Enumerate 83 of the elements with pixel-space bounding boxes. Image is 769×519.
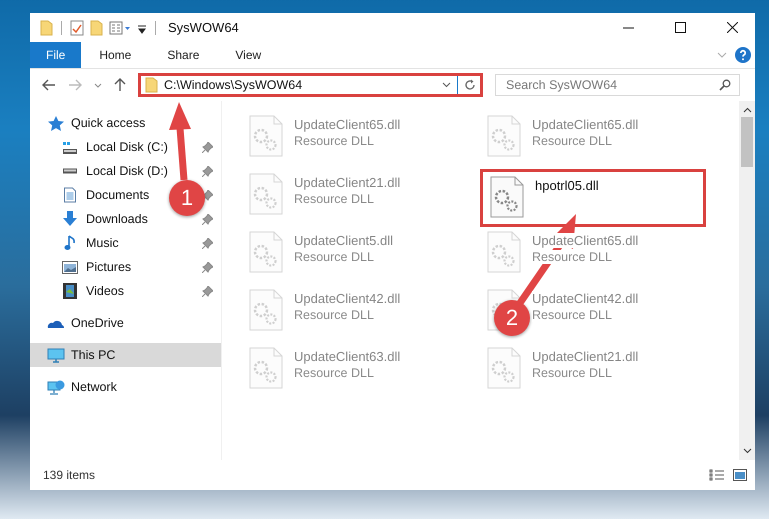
network-icon [47,379,65,395]
gear-file-icon [489,175,525,219]
ribbon-tab[interactable]: Home [81,42,150,68]
gear-file-icon [248,230,284,274]
file-type: Resource DLL [294,134,374,148]
search-icon[interactable] [719,79,731,91]
gear-file-icon [486,114,522,158]
file-name: UpdateClient65.dll [532,117,638,132]
document-icon [61,187,79,203]
pin-icon[interactable] [202,142,213,152]
gear-file-icon [248,288,284,332]
up-arrow-icon[interactable] [114,78,126,92]
details-view-icon[interactable] [709,469,725,481]
gear-file-icon [486,346,522,390]
scroll-down-icon[interactable] [742,448,752,454]
file-name: UpdateClient63.dll [294,349,400,364]
file-name: UpdateClient42.dll [294,291,400,306]
file-type: Resource DLL [532,308,612,322]
file-name: UpdateClient65.dll [294,117,400,132]
pin-icon[interactable] [202,238,213,248]
star-icon [47,116,65,130]
view-options-icon[interactable] [109,20,131,36]
maximize-icon [674,22,686,33]
search-field[interactable]: Search SysWOW64 [495,74,740,96]
file-name: UpdateClient21.dll [294,175,400,190]
ribbon-tab[interactable]: View [217,42,280,68]
file-type: Resource DLL [532,134,612,148]
pin-icon[interactable] [202,286,213,296]
file-name: UpdateClient65.dll [532,233,638,248]
folder-icon [145,77,158,93]
ribbon-tab[interactable]: Share [149,42,218,68]
scrollbar[interactable] [739,101,755,460]
file-type: Resource DLL [294,366,374,380]
nav-item[interactable]: OneDrive [30,311,221,335]
properties-icon[interactable] [70,20,84,36]
file-type: Resource DLL [532,366,612,380]
large-icons-view-icon[interactable] [733,469,747,481]
nav-item[interactable]: Downloads [61,207,148,231]
nav-item[interactable]: Quick access [30,111,221,135]
item-count: 139 items [43,468,96,482]
pin-icon[interactable] [202,166,213,176]
file-name: UpdateClient42.dll [532,291,638,306]
nav-item[interactable]: Network [30,375,221,399]
address-bar[interactable]: C:\Windows\SysWOW64 [138,73,483,97]
scroll-thumb[interactable] [741,117,753,167]
expand-ribbon-icon[interactable] [717,52,727,58]
download-arrow-icon [61,211,79,227]
gear-file-icon [248,114,284,158]
nav-item[interactable]: Music [61,231,119,255]
computer-icon [47,348,65,362]
help-icon[interactable] [735,47,751,63]
gear-file-icon [486,230,522,274]
pin-icon[interactable] [202,262,213,272]
nav-item[interactable]: Documents [61,183,150,207]
file-name: hpotrl05.dll [535,178,599,193]
drive-icon [61,168,79,174]
nav-item[interactable]: Local Disk (D:) [61,159,168,183]
refresh-icon[interactable] [464,79,476,91]
address-path: C:\Windows\SysWOW64 [164,78,304,92]
gear-file-icon [248,172,284,216]
file-name: UpdateClient21.dll [532,349,638,364]
ribbon-tab[interactable]: File [30,42,82,68]
file-type: Resource DLL [294,250,374,264]
pin-icon[interactable] [202,190,213,200]
film-icon [61,283,79,299]
gear-file-icon [248,346,284,390]
picture-icon [61,260,79,274]
window-title: SysWOW64 [168,20,239,35]
scroll-up-icon[interactable] [742,107,752,113]
pin-icon[interactable] [202,214,213,224]
nav-item[interactable]: Pictures [61,255,132,279]
back-arrow-icon[interactable] [42,79,56,91]
file-type: Resource DLL [294,308,374,322]
nav-item[interactable]: Videos [61,279,124,303]
drive-icon [61,140,79,154]
recent-locations-icon[interactable] [94,82,102,88]
file-name: UpdateClient5.dll [294,233,394,248]
nav-item[interactable]: This PC [30,343,221,367]
close-icon [726,22,738,33]
nav-item[interactable]: Local Disk (C:) [61,135,168,159]
file-type: Resource DLL [532,250,612,264]
dropdown-icon[interactable] [442,82,451,88]
file-type: Resource DLL [294,192,374,206]
